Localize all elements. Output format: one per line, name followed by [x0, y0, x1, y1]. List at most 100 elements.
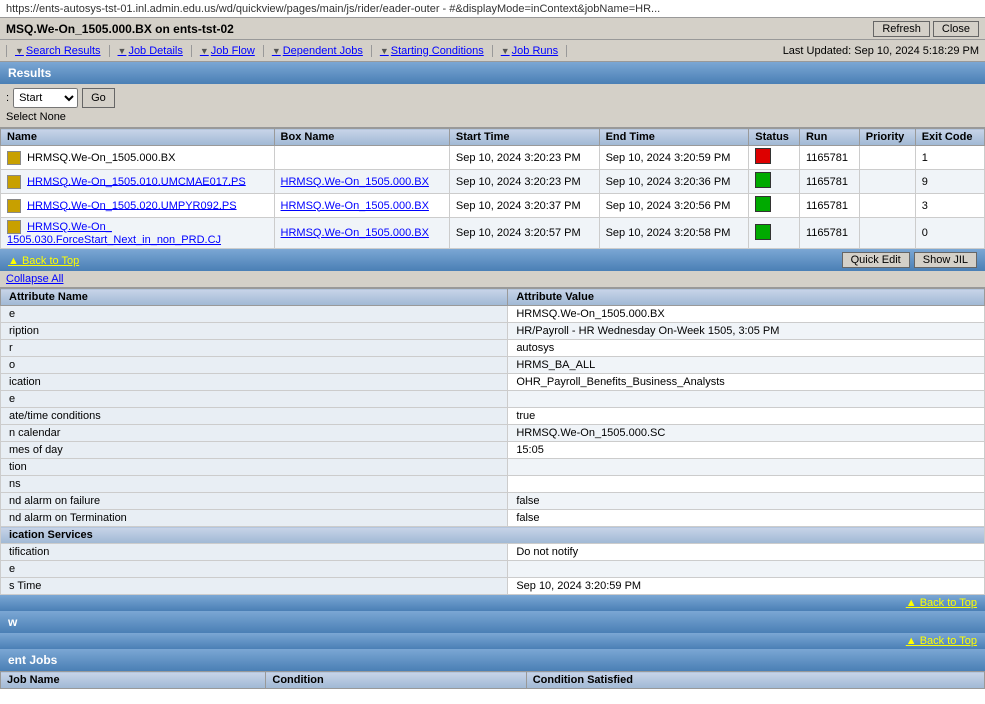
attr-col-name: Attribute Name	[1, 289, 508, 306]
back-to-top-row-details: ▲ Back to Top	[0, 595, 985, 611]
attr-row: nd alarm on Termination false	[1, 510, 985, 527]
row2-run: 1165781	[799, 170, 859, 194]
attr-row: o HRMS_BA_ALL	[1, 357, 985, 374]
row4-box: HRMSQ.We-On_1505.000.BX	[274, 218, 449, 249]
attr-label-stime: s Time	[1, 578, 508, 595]
attr-value-app: OHR_Payroll_Benefits_Business_Analysts	[508, 374, 985, 391]
row4-box-link[interactable]: HRMSQ.We-On_1505.000.BX	[281, 227, 429, 239]
attr-value-ns	[508, 476, 985, 493]
nav-bar: ▼Search Results ▼Job Details ▼Job Flow ▼…	[0, 40, 985, 62]
attr-row: ription HR/Payroll - HR Wednesday On-Wee…	[1, 323, 985, 340]
nav-search-results[interactable]: ▼Search Results	[6, 45, 110, 57]
details-header-buttons: Quick Edit Show JIL	[842, 252, 977, 268]
attr-row: ate/time conditions true	[1, 408, 985, 425]
nav-starting-conditions[interactable]: ▼Starting Conditions	[372, 45, 493, 57]
status-icon-green2	[755, 196, 771, 212]
refresh-button[interactable]: Refresh	[873, 21, 930, 37]
nav-job-flow[interactable]: ▼Job Flow	[192, 45, 264, 57]
row4-status	[749, 218, 800, 249]
row4-priority	[859, 218, 915, 249]
col-run: Run	[799, 129, 859, 146]
row1-name: HRMSQ.We-On_1505.000.BX	[1, 146, 275, 170]
row4-end: Sep 10, 2024 3:20:58 PM	[599, 218, 749, 249]
row4-start: Sep 10, 2024 3:20:57 PM	[449, 218, 599, 249]
select-none-link[interactable]: Select None	[6, 111, 66, 123]
row3-exit: 3	[915, 194, 984, 218]
attr-value-blank2	[508, 561, 985, 578]
search-results-title: Results	[8, 66, 51, 80]
col-status: Status	[749, 129, 800, 146]
status-icon-green3	[755, 224, 771, 240]
nav-job-details[interactable]: ▼Job Details	[110, 45, 192, 57]
attr-label-times: mes of day	[1, 442, 508, 459]
nav-links: ▼Search Results ▼Job Details ▼Job Flow ▼…	[6, 45, 567, 57]
row2-icon	[7, 175, 21, 189]
attr-row: nd alarm on failure false	[1, 493, 985, 510]
nav-arrow-runs: ▼	[501, 46, 510, 56]
close-button[interactable]: Close	[933, 21, 979, 37]
nav-arrow-flow: ▼	[200, 46, 209, 56]
details-subheader: Collapse All	[0, 271, 985, 288]
table-header-row: Name Box Name Start Time End Time Status…	[1, 129, 985, 146]
back-to-top-link-details[interactable]: ▲ Back to Top	[906, 597, 977, 609]
filter-select[interactable]: Start All Done Running Failed	[13, 88, 78, 108]
table-row: HRMSQ.We-On_1505.030.ForceStart_Next_in_…	[1, 218, 985, 249]
col-exit-code: Exit Code	[915, 129, 984, 146]
nav-dependent-jobs[interactable]: ▼Dependent Jobs	[264, 45, 372, 57]
attr-value-times: 15:05	[508, 442, 985, 459]
attr-row: mes of day 15:05	[1, 442, 985, 459]
row2-exit: 9	[915, 170, 984, 194]
status-icon-red	[755, 148, 771, 164]
results-table: Name Box Name Start Time End Time Status…	[0, 128, 985, 249]
attr-value-owner: autosys	[508, 340, 985, 357]
window-title-bar: MSQ.We-On_1505.000.BX on ents-tst-02 Ref…	[0, 18, 985, 40]
col-start-time: Start Time	[449, 129, 599, 146]
nav-job-runs[interactable]: ▼Job Runs	[493, 45, 567, 57]
attr-row: e	[1, 561, 985, 578]
attr-row: tification Do not notify	[1, 544, 985, 561]
attr-label-blank2: e	[1, 561, 508, 578]
attr-table: Attribute Name Attribute Value e HRMSQ.W…	[0, 288, 985, 595]
show-jil-button[interactable]: Show JIL	[914, 252, 977, 268]
attr-label-notif: tification	[1, 544, 508, 561]
attr-label-group: o	[1, 357, 508, 374]
row1-name-text: HRMSQ.We-On_1505.000.BX	[27, 151, 175, 163]
row2-name-link[interactable]: HRMSQ.We-On_1505.010.UMCMAE017.PS	[27, 175, 246, 187]
attr-section-notif: ication Services	[1, 527, 985, 544]
row3-name: HRMSQ.We-On_1505.020.UMPYR092.PS	[1, 194, 275, 218]
nav-arrow-details: ▼	[118, 46, 127, 56]
table-row: HRMSQ.We-On_1505.010.UMCMAE017.PS HRMSQ.…	[1, 170, 985, 194]
attr-label-name: e	[1, 306, 508, 323]
url-text: https://ents-autosys-tst-01.inl.admin.ed…	[6, 3, 660, 15]
attr-row: n calendar HRMSQ.We-On_1505.000.SC	[1, 425, 985, 442]
back-to-top-link-view[interactable]: ▲ Back to Top	[906, 635, 977, 647]
collapse-all-link[interactable]: Collapse All	[6, 273, 63, 285]
row3-box-link[interactable]: HRMSQ.We-On_1505.000.BX	[281, 200, 429, 212]
row1-end: Sep 10, 2024 3:20:59 PM	[599, 146, 749, 170]
details-title: ▲ Back to Top	[8, 253, 79, 267]
row2-end: Sep 10, 2024 3:20:36 PM	[599, 170, 749, 194]
attr-label-desc: ription	[1, 323, 508, 340]
select-none[interactable]: Select None	[6, 111, 979, 123]
row3-end: Sep 10, 2024 3:20:56 PM	[599, 194, 749, 218]
attr-label-blank1: e	[1, 391, 508, 408]
details-back-to-top[interactable]: ▲ Back to Top	[8, 255, 79, 267]
attr-label-app: ication	[1, 374, 508, 391]
window-buttons: Refresh Close	[873, 21, 979, 37]
row3-name-link[interactable]: HRMSQ.We-On_1505.020.UMPYR092.PS	[27, 199, 237, 211]
attr-value-tion	[508, 459, 985, 476]
attr-row: ns	[1, 476, 985, 493]
quick-edit-button[interactable]: Quick Edit	[842, 252, 910, 268]
status-icon-green	[755, 172, 771, 188]
search-results-area: : Start All Done Running Failed Go Selec…	[0, 84, 985, 128]
go-button[interactable]: Go	[82, 88, 115, 108]
row3-priority	[859, 194, 915, 218]
filter-row: : Start All Done Running Failed Go	[6, 88, 979, 108]
row2-box-link[interactable]: HRMSQ.We-On_1505.000.BX	[281, 176, 429, 188]
dependent-jobs-title: ent Jobs	[8, 653, 57, 667]
row3-status	[749, 194, 800, 218]
row4-name-link[interactable]: HRMSQ.We-On_1505.030.ForceStart_Next_in_…	[7, 221, 221, 246]
row2-status	[749, 170, 800, 194]
attr-value-stime: Sep 10, 2024 3:20:59 PM	[508, 578, 985, 595]
nav-arrow-dependent: ▼	[272, 46, 281, 56]
